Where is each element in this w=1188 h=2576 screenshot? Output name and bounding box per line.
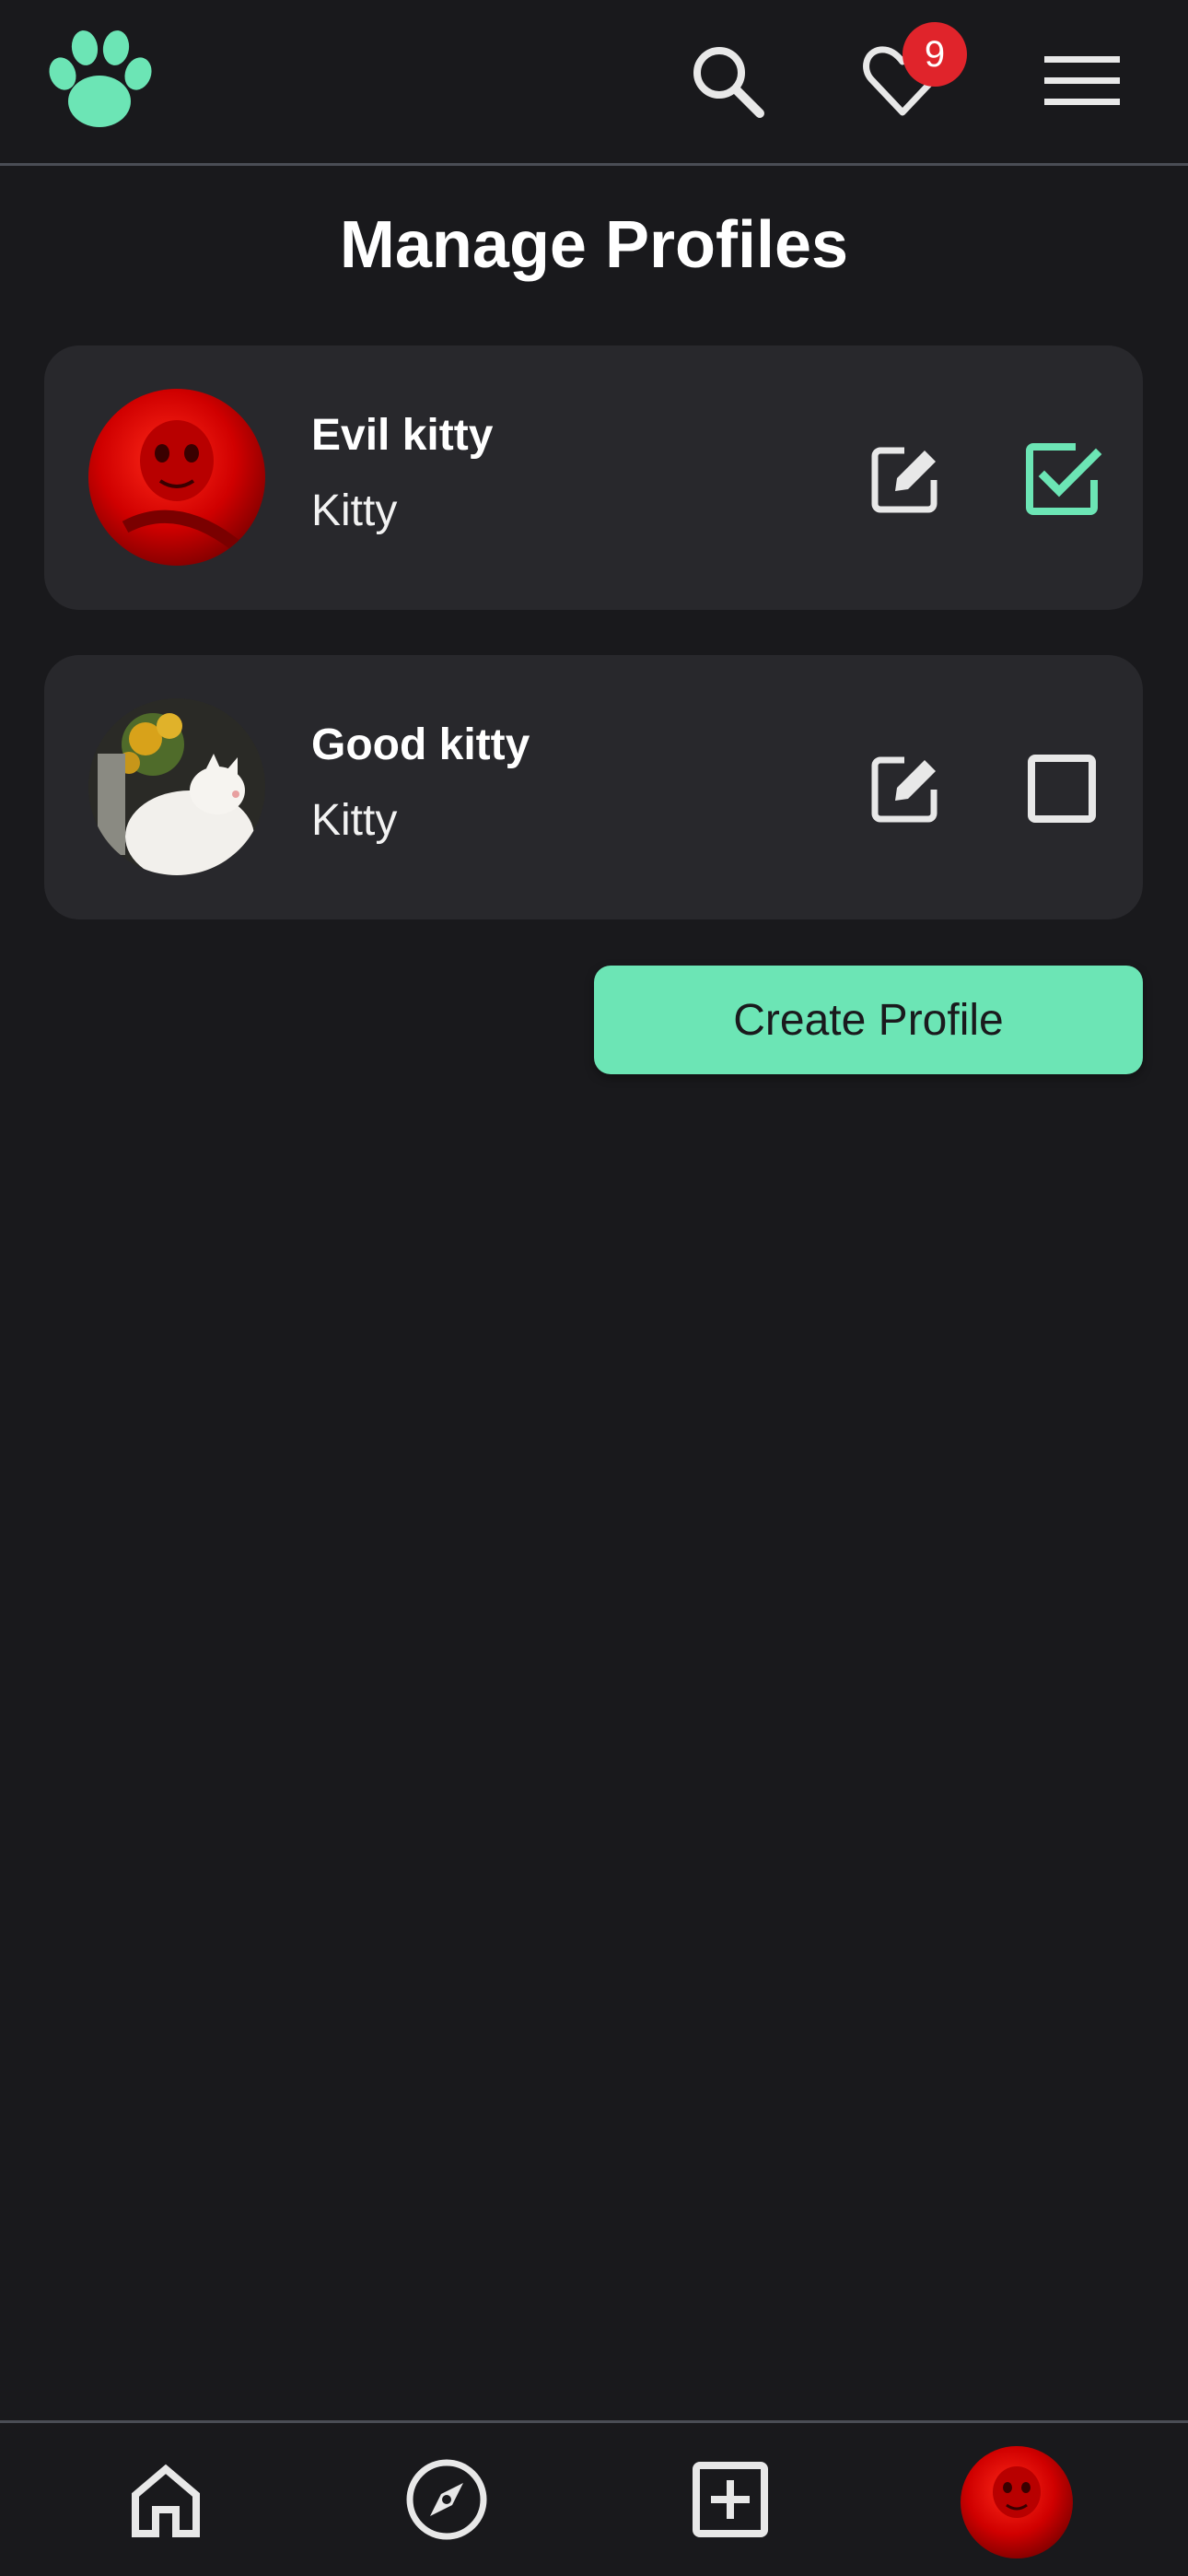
menu-button[interactable] (1036, 37, 1128, 129)
profile-name: Good kitty (311, 720, 530, 769)
edit-icon (864, 756, 947, 834)
select-profile-checkbox[interactable] (1020, 747, 1103, 830)
nav-home[interactable] (115, 2451, 216, 2552)
checkbox-checked-icon (1020, 443, 1103, 524)
profile-card: Good kitty Kitty (44, 655, 1143, 919)
search-button[interactable] (681, 37, 774, 129)
edit-profile-button[interactable] (864, 438, 947, 521)
search-icon (686, 40, 769, 127)
select-profile-checkbox[interactable] (1020, 438, 1103, 521)
page-title: Manage Profiles (339, 208, 849, 282)
edit-icon (864, 447, 947, 524)
paw-logo-icon[interactable] (44, 28, 155, 138)
notification-badge: 9 (903, 22, 967, 87)
plus-square-icon (689, 2458, 772, 2546)
top-header: 9 (0, 0, 1188, 166)
profile-type: Kitty (311, 796, 398, 845)
profile-avatar[interactable] (88, 698, 265, 875)
nav-explore[interactable] (396, 2451, 497, 2552)
bottom-navigation (0, 2420, 1188, 2576)
profile-name: Evil kitty (311, 411, 494, 460)
profile-type: Kitty (311, 486, 398, 535)
profile-avatar[interactable] (88, 389, 265, 566)
profile-card: Evil kitty Kitty (44, 345, 1143, 610)
nav-create[interactable] (680, 2451, 781, 2552)
create-profile-button[interactable]: Create Profile (594, 966, 1143, 1074)
checkbox-empty-icon (1020, 755, 1103, 834)
home-icon (124, 2458, 207, 2546)
compass-icon (402, 2455, 491, 2548)
nav-profile-avatar[interactable] (961, 2446, 1073, 2558)
edit-profile-button[interactable] (864, 747, 947, 830)
menu-icon (1041, 49, 1124, 118)
